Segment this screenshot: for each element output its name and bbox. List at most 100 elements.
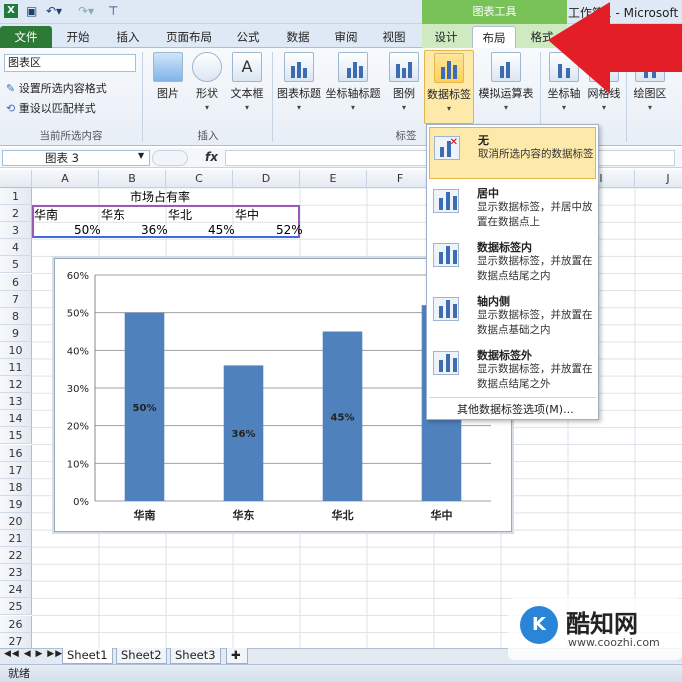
x-tick-label: 华南: [134, 508, 156, 522]
picture-label: 图片: [157, 87, 179, 100]
status-bar: 就绪: [0, 664, 682, 682]
menu-item-title: 数据标签外: [477, 349, 532, 362]
reset-style-button[interactable]: ⟲ 重设以匹配样式: [6, 100, 96, 116]
tab-formulas[interactable]: 公式: [228, 26, 268, 48]
legend-label: 图例: [393, 87, 415, 100]
cell-header[interactable]: 华东: [101, 206, 125, 223]
menu-item-title: 无: [478, 134, 489, 147]
reset-style-label: 重设以匹配样式: [18, 102, 96, 115]
watermark-logo-icon: K: [520, 606, 558, 644]
tab-home[interactable]: 开始: [58, 26, 98, 48]
menu-item-desc: 显示数据标签，并居中放置在数据点上: [477, 201, 593, 228]
y-tick-label: 50%: [67, 309, 89, 320]
tab-file[interactable]: 文件: [0, 26, 52, 48]
sheet-tab-1[interactable]: Sheet1: [62, 648, 113, 664]
cell-header[interactable]: 华中: [235, 206, 259, 223]
chart-tools-header: 图表工具: [422, 0, 567, 24]
y-tick-label: 20%: [67, 422, 89, 433]
menu-item-outside-end[interactable]: 数据标签外 显示数据标签，并放置在数据点结尾之外: [429, 343, 596, 395]
picture-icon: [153, 52, 183, 82]
menu-item-title: 轴内侧: [477, 295, 510, 308]
tab-view[interactable]: 视图: [374, 26, 414, 48]
y-tick-label: 60%: [67, 271, 89, 282]
textbox-button[interactable]: A 文本框 ▾: [228, 52, 266, 112]
cell-title[interactable]: 市场占有率: [130, 188, 190, 205]
format-selection-icon: ✎: [6, 82, 19, 95]
data-labels-button[interactable]: 数据标签 ▾: [424, 50, 474, 124]
picture-button[interactable]: 图片: [150, 52, 186, 101]
name-box-dropdown-icon[interactable]: ▼: [138, 151, 144, 160]
menu-item-desc: 显示数据标签，并放置在数据点结尾之内: [477, 255, 593, 282]
cell-header[interactable]: 华南: [34, 206, 58, 223]
menu-item-title: 数据标签内: [477, 241, 532, 254]
undo-icon[interactable]: ↶▾: [46, 4, 62, 18]
chart-element-select[interactable]: 图表区: [4, 54, 136, 72]
cell-value[interactable]: 50%: [74, 223, 101, 237]
more-data-label-options[interactable]: 其他数据标签选项(M)...: [457, 401, 574, 417]
data-labels-icon: [434, 53, 464, 83]
menu-item-title: 居中: [477, 187, 499, 200]
cell-value[interactable]: 45%: [208, 223, 235, 237]
legend-button[interactable]: 图例 ▾: [386, 52, 422, 112]
menu-item-inside-end[interactable]: 数据标签内 显示数据标签，并放置在数据点结尾之内: [429, 235, 596, 287]
customize-qat-icon[interactable]: ⊤: [108, 4, 118, 18]
menu-item-desc: 取消所选内容的数据标签: [478, 148, 594, 160]
sheet-nav-arrows-icon[interactable]: ◀◀ ◀ ▶ ▶▶: [4, 649, 63, 659]
outside-end-labels-icon: [433, 351, 459, 375]
shapes-label: 形状: [196, 87, 218, 100]
redo-icon[interactable]: ↷▾: [78, 4, 94, 18]
formula-bar-toggle[interactable]: [152, 150, 188, 166]
axis-titles-label: 坐标轴标题: [325, 87, 381, 100]
inside-base-labels-icon: [433, 297, 459, 321]
tab-design[interactable]: 设计: [426, 26, 466, 48]
legend-icon: [389, 52, 419, 82]
textbox-label: 文本框: [230, 87, 264, 100]
data-label: 45%: [331, 412, 355, 423]
shapes-button[interactable]: 形状 ▾: [190, 52, 224, 112]
insert-function-icon[interactable]: fx: [205, 150, 218, 164]
save-icon[interactable]: ▣: [26, 4, 37, 18]
watermark-name: 酷知网: [566, 610, 638, 638]
name-box[interactable]: 图表 3: [2, 150, 150, 166]
ribbon-separator: [142, 52, 143, 142]
data-table-button[interactable]: 模拟运算表 ▾: [476, 52, 536, 112]
menu-divider: [429, 397, 596, 398]
inside-end-labels-icon: [433, 243, 459, 267]
shapes-icon: [192, 52, 222, 82]
data-labels-label: 数据标签: [427, 88, 471, 101]
cell-value[interactable]: 52%: [276, 223, 303, 237]
axis-titles-icon: [338, 52, 368, 82]
excel-logo-icon: X: [4, 4, 18, 18]
red-arrow-annotation: [548, 2, 682, 94]
tab-layout[interactable]: 布局: [472, 26, 516, 48]
cell-value[interactable]: 36%: [141, 223, 168, 237]
tab-insert[interactable]: 插入: [108, 26, 148, 48]
tab-data[interactable]: 数据: [278, 26, 318, 48]
textbox-icon: A: [232, 52, 262, 82]
tab-page-layout[interactable]: 页面布局: [158, 26, 220, 48]
chart-title-icon: [284, 52, 314, 82]
status-text: 就绪: [8, 667, 30, 680]
reset-style-icon: ⟲: [6, 102, 19, 115]
center-labels-icon: [433, 189, 459, 213]
no-labels-icon: ✕: [434, 136, 460, 160]
y-tick-label: 0%: [73, 497, 89, 508]
menu-item-none[interactable]: ✕ 无取消所选内容的数据标签: [429, 127, 596, 179]
y-tick-label: 10%: [67, 459, 89, 470]
data-label: 36%: [232, 429, 256, 440]
cell-header[interactable]: 华北: [168, 206, 192, 223]
data-table-icon: [491, 52, 521, 82]
chart-title-button[interactable]: 图表标题 ▾: [276, 52, 322, 112]
sheet-tab-3[interactable]: Sheet3: [170, 648, 221, 664]
format-selection-label: 设置所选内容格式: [18, 82, 107, 95]
insert-sheet-icon[interactable]: ✚: [226, 648, 248, 664]
watermark-url: www.coozhi.com: [568, 636, 660, 649]
menu-item-center[interactable]: 居中 显示数据标签，并居中放置在数据点上: [429, 181, 596, 233]
tab-review[interactable]: 审阅: [326, 26, 366, 48]
format-selection-button[interactable]: ✎ 设置所选内容格式: [6, 80, 107, 96]
group-label-labels: 标签: [395, 130, 417, 142]
data-labels-menu: ✕ 无取消所选内容的数据标签 居中 显示数据标签，并居中放置在数据点上 数据标签内显…: [426, 124, 599, 420]
axis-titles-button[interactable]: 坐标轴标题 ▾: [324, 52, 382, 112]
menu-item-inside-base[interactable]: 轴内侧 显示数据标签，并放置在数据点基础之内: [429, 289, 596, 341]
sheet-tab-2[interactable]: Sheet2: [116, 648, 167, 664]
